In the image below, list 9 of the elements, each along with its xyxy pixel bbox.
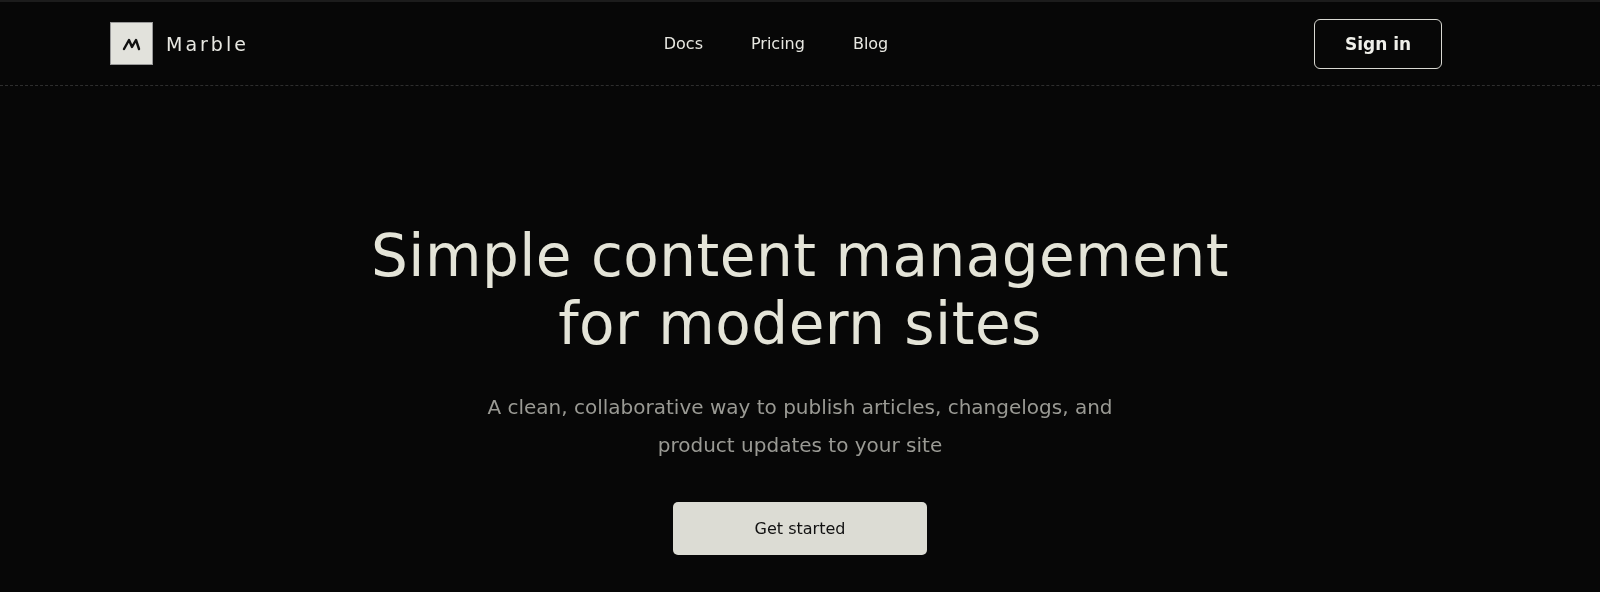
sign-in-button[interactable]: Sign in <box>1314 18 1442 69</box>
logo-icon <box>110 22 153 65</box>
get-started-button[interactable]: Get started <box>673 502 927 555</box>
brand-name: Marble <box>166 32 249 55</box>
nav-link[interactable]: Pricing <box>750 34 805 53</box>
hero-headline: Simple content management for modern sites <box>371 222 1229 358</box>
nav-link[interactable]: Blog <box>852 34 889 53</box>
hero-subtitle: A clean, collaborative way to publish articles, changelogs, and product updates to your site <box>487 394 1113 459</box>
nav-link[interactable]: Docs <box>663 34 703 53</box>
